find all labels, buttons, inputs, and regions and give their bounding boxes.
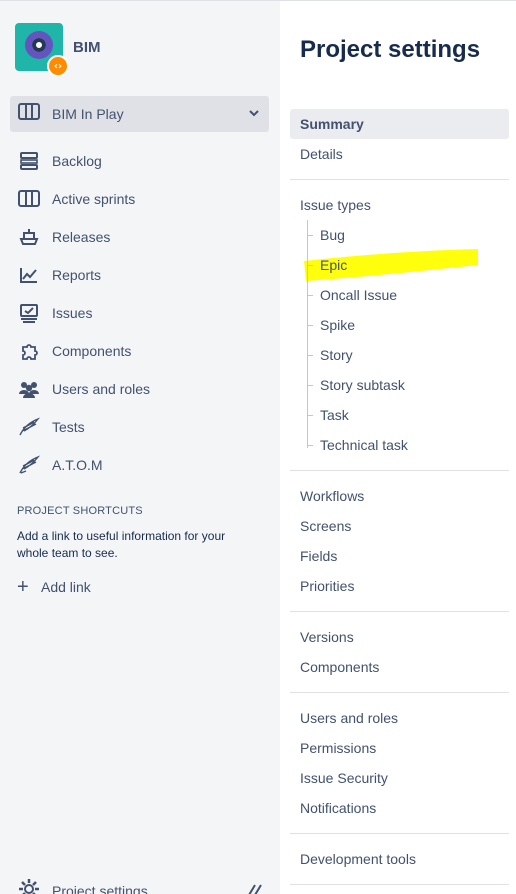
add-link-label: Add link <box>41 579 91 595</box>
settings-nav-versions[interactable]: Versions <box>290 622 509 652</box>
sidebar-item-label: Project settings <box>52 883 148 894</box>
wing-icon <box>18 416 40 438</box>
sidebar-item-project-settings[interactable]: Project settings <box>18 878 263 894</box>
ufo-icon <box>25 31 53 59</box>
settings-nav-users-and-roles[interactable]: Users and roles <box>290 703 509 733</box>
sidebar-item-label: Active sprints <box>52 191 136 207</box>
issue-types-list: Bug Epic Oncall Issue Spike Story Story … <box>307 220 509 460</box>
page-title: Project settings <box>300 36 481 63</box>
settings-panel: Project settings Summary Details Issue t… <box>280 0 516 894</box>
project-avatar[interactable]: ‹› <box>15 23 69 77</box>
project-header[interactable]: ‹› <box>15 23 69 77</box>
board-selector-label: BIM In Play <box>52 106 124 122</box>
sidebar-item-backlog[interactable]: Backlog <box>10 142 269 180</box>
divider <box>290 692 509 693</box>
shortcuts-description: Add a link to useful information for you… <box>17 529 226 560</box>
settings-nav-notifications[interactable]: Notifications <box>290 793 509 823</box>
sidebar-item-label: Users and roles <box>52 381 151 397</box>
issue-type-item[interactable]: Spike <box>307 310 509 340</box>
gear-icon <box>18 878 40 894</box>
sidebar-item-issues[interactable]: Issues <box>10 294 269 332</box>
settings-nav-development-tools[interactable]: Development tools <box>290 844 509 874</box>
issue-type-item[interactable]: Story subtask <box>307 370 509 400</box>
wing-icon <box>18 454 40 476</box>
sidebar-item-label: Issues <box>52 305 93 321</box>
sidebar-item-tests[interactable]: Tests <box>10 408 269 446</box>
sidebar-item-releases[interactable]: Releases <box>10 218 269 256</box>
settings-nav-details[interactable]: Details <box>290 139 509 169</box>
issue-type-item[interactable]: Bug <box>307 220 509 250</box>
settings-nav: Summary Details Issue types Bug Epic Onc… <box>290 109 509 894</box>
settings-nav-priorities[interactable]: Priorities <box>290 571 509 601</box>
shortcuts-heading: PROJECT SHORTCUTS <box>17 505 143 517</box>
project-sidebar: ‹› BIM BIM In Play Backlog Active sprint… <box>0 0 280 894</box>
people-icon <box>18 378 40 400</box>
settings-nav-fields[interactable]: Fields <box>290 541 509 571</box>
plus-icon: + <box>17 576 29 598</box>
board-icon <box>18 102 40 127</box>
add-link-button[interactable]: + Add link <box>17 576 91 598</box>
issue-type-item[interactable]: Task <box>307 400 509 430</box>
sidebar-item-label: Backlog <box>52 153 102 169</box>
chevron-down-icon[interactable] <box>247 106 261 125</box>
settings-nav-issue-types[interactable]: Issue types <box>290 190 509 220</box>
sidebar-item-label: Releases <box>52 229 111 245</box>
issues-icon <box>18 302 40 324</box>
settings-nav-components[interactable]: Components <box>290 652 509 682</box>
puzzle-icon <box>18 340 40 362</box>
divider <box>290 884 509 885</box>
issue-type-item[interactable]: Technical task <box>307 430 509 460</box>
code-badge-icon: ‹› <box>47 55 69 77</box>
sidebar-item-components[interactable]: Components <box>10 332 269 370</box>
divider <box>290 611 509 612</box>
settings-nav-issue-security[interactable]: Issue Security <box>290 763 509 793</box>
divider <box>290 179 509 180</box>
ship-icon <box>18 226 40 248</box>
sidebar-item-label: A.T.O.M <box>52 457 103 473</box>
divider <box>290 470 509 471</box>
sidebar-item-active-sprints[interactable]: Active sprints <box>10 180 269 218</box>
issue-type-item[interactable]: Story <box>307 340 509 370</box>
settings-nav-screens[interactable]: Screens <box>290 511 509 541</box>
divider <box>290 833 509 834</box>
board-selector[interactable]: BIM In Play <box>10 96 269 132</box>
sidebar-item-reports[interactable]: Reports <box>10 256 269 294</box>
backlog-icon <box>18 150 40 172</box>
board-icon <box>18 188 40 210</box>
sidebar-item-users-and-roles[interactable]: Users and roles <box>10 370 269 408</box>
sidebar-nav: Backlog Active sprints Releases Reports … <box>10 142 269 484</box>
issue-type-item[interactable]: Oncall Issue <box>307 280 509 310</box>
settings-nav-workflows[interactable]: Workflows <box>290 481 509 511</box>
sidebar-item-label: Components <box>52 343 132 359</box>
settings-nav-summary[interactable]: Summary <box>290 109 509 139</box>
sidebar-item-atom[interactable]: A.T.O.M <box>10 446 269 484</box>
sidebar-item-label: Reports <box>52 267 102 283</box>
collapse-sidebar-icon[interactable] <box>247 883 263 894</box>
settings-nav-permissions[interactable]: Permissions <box>290 733 509 763</box>
project-name[interactable]: BIM <box>73 39 101 56</box>
issue-type-item[interactable]: Epic <box>307 250 509 280</box>
chart-icon <box>18 264 40 286</box>
sidebar-item-label: Tests <box>52 419 85 435</box>
